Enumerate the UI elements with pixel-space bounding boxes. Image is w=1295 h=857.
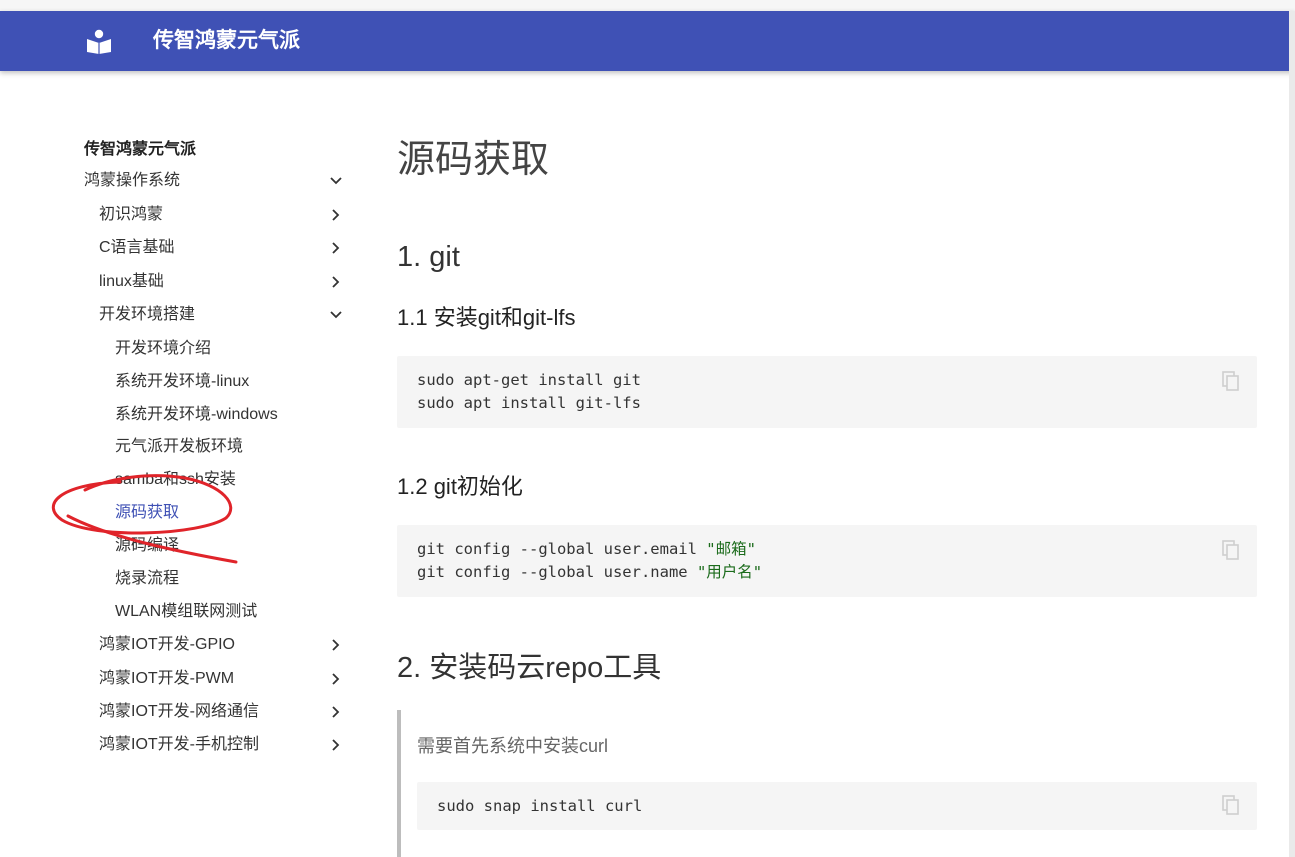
- sidebar-item[interactable]: C语言基础: [99, 234, 346, 262]
- copy-icon[interactable]: [1221, 539, 1241, 561]
- sidebar-item-label: 系统开发环境-linux: [115, 373, 250, 390]
- sidebar-item-label: 源码获取: [115, 504, 180, 521]
- sidebar-item-label: samba和ssh安装: [115, 471, 236, 488]
- sidebar-item[interactable]: 烧录流程: [115, 565, 346, 593]
- sidebar-item[interactable]: 鸿蒙IOT开发-PWM: [99, 665, 346, 693]
- code-line: sudo snap install curl: [437, 797, 643, 815]
- code-line: git config --global user.name "用户名": [417, 561, 1237, 584]
- subsection-heading-git-init: 1.2 git初始化: [397, 474, 523, 499]
- sidebar-item-label: WLAN模组联网测试: [115, 603, 258, 620]
- code-block-install-git[interactable]: sudo apt-get install git sudo apt instal…: [397, 356, 1257, 428]
- sidebar-item[interactable]: 系统开发环境-windows: [115, 401, 346, 429]
- sidebar-item-label: 开发环境搭建: [99, 306, 196, 323]
- sidebar-item-label: 鸿蒙IOT开发-GPIO: [99, 636, 236, 653]
- page-title: 源码获取: [397, 139, 550, 181]
- chevron-down-icon[interactable]: [326, 167, 346, 195]
- sidebar-item-label: 鸿蒙IOT开发-手机控制: [99, 736, 259, 753]
- sidebar-item[interactable]: 开发环境搭建: [99, 301, 346, 329]
- sidebar-item-label: 初识鸿蒙: [99, 206, 164, 223]
- code-line: sudo apt install git-lfs: [417, 394, 641, 412]
- code-string: "用户名": [696, 563, 763, 581]
- sidebar-item[interactable]: 源码编译: [115, 532, 346, 560]
- sidebar-item-label: 源码编译: [115, 537, 180, 554]
- sidebar-item-label: 开发环境介绍: [115, 340, 212, 357]
- site-title[interactable]: 传智鸿蒙元气派: [153, 25, 300, 57]
- sidebar-item-label: 烧录流程: [115, 570, 180, 587]
- sidebar-item-label: 鸿蒙操作系统: [84, 172, 181, 189]
- code-block-git-config[interactable]: git config --global user.email "邮箱" git …: [397, 525, 1257, 597]
- note-text: 需要首先系统中安装curl: [417, 736, 609, 756]
- sidebar-item-label: linux基础: [99, 273, 164, 290]
- copy-icon[interactable]: [1221, 370, 1241, 392]
- chevron-right-icon[interactable]: [326, 731, 346, 759]
- section-heading-git: 1. git: [397, 241, 460, 273]
- chevron-right-icon[interactable]: [326, 201, 346, 229]
- sidebar-title[interactable]: 传智鸿蒙元气派: [84, 138, 196, 162]
- sidebar-item-label: C语言基础: [99, 239, 175, 256]
- sidebar-item-label: 鸿蒙IOT开发-网络通信: [99, 703, 259, 720]
- code-string: "邮箱": [706, 540, 756, 558]
- code-command: git config --global user.email: [417, 540, 707, 558]
- sidebar-item[interactable]: 源码获取: [115, 499, 346, 527]
- subsection-heading-install-git: 1.1 安装git和git-lfs: [397, 305, 576, 330]
- site-header: 传智鸿蒙元气派: [0, 11, 1295, 71]
- sidebar-item[interactable]: 鸿蒙IOT开发-网络通信: [99, 698, 346, 726]
- note-blockquote: 需要首先系统中安装curl sudo snap install curl: [397, 710, 1257, 857]
- sidebar-item[interactable]: 系统开发环境-linux: [115, 368, 346, 396]
- chevron-right-icon[interactable]: [326, 698, 346, 726]
- chevron-right-icon[interactable]: [326, 268, 346, 296]
- chevron-right-icon[interactable]: [326, 234, 346, 262]
- code-block-install-curl[interactable]: sudo snap install curl: [417, 782, 1257, 830]
- sidebar-item-label: 鸿蒙IOT开发-PWM: [99, 670, 235, 687]
- sidebar-item[interactable]: 初识鸿蒙: [99, 201, 346, 229]
- sidebar-item[interactable]: 鸿蒙IOT开发-GPIO: [99, 631, 346, 659]
- sidebar-item[interactable]: 元气派开发板环境: [115, 433, 346, 461]
- code-line: sudo apt-get install git: [417, 371, 641, 389]
- sidebar-item[interactable]: 鸿蒙IOT开发-手机控制: [99, 731, 346, 759]
- page-scrollbar[interactable]: [1289, 11, 1295, 857]
- copy-icon[interactable]: [1221, 794, 1241, 816]
- sidebar-item-label: 元气派开发板环境: [115, 438, 244, 455]
- sidebar-item[interactable]: 鸿蒙操作系统: [84, 167, 346, 195]
- sidebar-item[interactable]: WLAN模组联网测试: [115, 598, 346, 626]
- section-heading-repo: 2. 安装码云repo工具: [397, 652, 662, 684]
- code-line: git config --global user.email "邮箱": [417, 538, 1237, 561]
- sidebar-item[interactable]: samba和ssh安装: [115, 466, 346, 494]
- reader-book-icon[interactable]: [86, 28, 112, 54]
- sidebar-item[interactable]: linux基础: [99, 268, 346, 296]
- chevron-right-icon[interactable]: [326, 631, 346, 659]
- sidebar-item-label: 系统开发环境-windows: [115, 406, 278, 423]
- code-command: git config --global user.name: [417, 563, 697, 581]
- chevron-right-icon[interactable]: [326, 665, 346, 693]
- sidebar-item[interactable]: 开发环境介绍: [115, 335, 346, 363]
- chevron-down-icon[interactable]: [326, 301, 346, 329]
